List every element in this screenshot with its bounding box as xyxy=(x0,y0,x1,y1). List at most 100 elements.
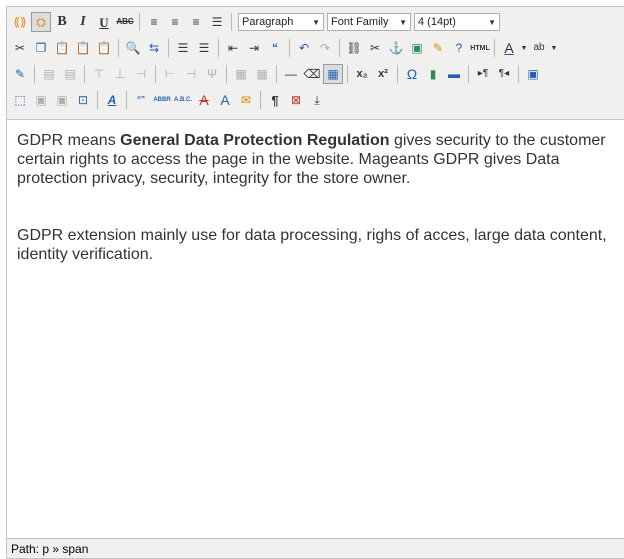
page-break-icon[interactable]: ⤓ xyxy=(307,90,327,110)
copy-icon[interactable]: ❐ xyxy=(31,38,51,58)
cite-button[interactable]: “” xyxy=(131,90,151,110)
subscript-icon[interactable]: x₂ xyxy=(352,64,372,84)
toolbar-separator xyxy=(397,65,398,83)
row-props-icon[interactable]: ▤ xyxy=(39,64,59,84)
nonbreaking-icon[interactable]: ⊠ xyxy=(286,90,306,110)
move-backward-icon[interactable]: ▣ xyxy=(52,90,72,110)
col-before-icon[interactable]: ⊢ xyxy=(160,64,180,84)
paste-icon[interactable]: 📋 xyxy=(52,38,72,58)
align-center-icon[interactable]: ≡ xyxy=(165,12,185,32)
move-forward-icon[interactable]: ▣ xyxy=(31,90,51,110)
media-icon[interactable]: ▮ xyxy=(423,64,443,84)
find-icon[interactable]: 🔍 xyxy=(123,38,143,58)
visual-chars-icon[interactable]: ¶ xyxy=(265,90,285,110)
chevron-down-icon: ▼ xyxy=(488,17,496,27)
anchor-icon[interactable]: ⚓ xyxy=(386,38,406,58)
col-after-icon[interactable]: ⊣ xyxy=(181,64,201,84)
toolbar-separator xyxy=(276,65,277,83)
toolbar-row-4: ⬚ ▣ ▣ ⊡ A “” ABBR A.B.C. A A ✉ ¶ ⊠ ⤓ xyxy=(10,87,621,113)
row-after-icon[interactable]: ⊥ xyxy=(110,64,130,84)
cleanup-icon[interactable]: ✎ xyxy=(428,38,448,58)
format-select[interactable]: Paragraph ▼ xyxy=(238,13,324,31)
rtl-icon[interactable]: ¶◂ xyxy=(494,64,514,84)
align-right-icon[interactable]: ≡ xyxy=(186,12,206,32)
font-family-select[interactable]: Font Family ▼ xyxy=(327,13,411,31)
content-paragraph: GDPR means General Data Protection Regul… xyxy=(17,131,614,188)
toolbar-separator xyxy=(339,39,340,57)
italic-button[interactable]: I xyxy=(73,12,93,32)
insertion-icon[interactable]: A xyxy=(215,90,235,110)
abbreviation-button[interactable]: ABBR xyxy=(152,90,172,110)
toolbar-separator xyxy=(97,91,98,109)
outdent-icon[interactable]: ⇤ xyxy=(223,38,243,58)
toolbar-separator xyxy=(260,91,261,109)
chevron-down-icon: ▼ xyxy=(312,17,320,27)
toolbar-separator xyxy=(168,39,169,57)
delete-col-icon[interactable]: Ψ xyxy=(202,64,222,84)
unlink-icon[interactable]: ✂ xyxy=(365,38,385,58)
deletion-icon[interactable]: A xyxy=(194,90,214,110)
align-justify-icon[interactable]: ☰ xyxy=(207,12,227,32)
cut-icon[interactable]: ✂ xyxy=(10,38,30,58)
editor-toolbar: ⟪⟫ ⛭ B I U ABC ≡ ≡ ≡ ☰ Paragraph ▼ Font … xyxy=(7,7,624,120)
strikethrough-button[interactable]: ABC xyxy=(115,12,135,32)
help-icon[interactable]: ? xyxy=(449,38,469,58)
special-char-icon[interactable]: Ω xyxy=(402,64,422,84)
format-select-value: Paragraph xyxy=(242,16,294,28)
acronym-button[interactable]: A.B.C. xyxy=(173,90,193,110)
fullscreen-icon[interactable]: ▣ xyxy=(523,64,543,84)
attributes-icon[interactable]: ✉ xyxy=(236,90,256,110)
chevron-down-icon[interactable]: ▼ xyxy=(520,38,528,58)
chevron-down-icon[interactable]: ▼ xyxy=(550,38,558,58)
link-icon[interactable]: ⛓ xyxy=(344,38,364,58)
toolbar-separator xyxy=(289,39,290,57)
advanced-hr-icon[interactable]: ▬ xyxy=(444,64,464,84)
font-size-select[interactable]: 4 (14pt) ▼ xyxy=(414,13,500,31)
merge-cells-icon[interactable]: ▦ xyxy=(252,64,272,84)
toolbar-row-2: ✂ ❐ 📋 📋 📋 🔍 ⇆ ☰ ☰ ⇤ ⇥ “ ↶ ↷ ⛓ ✂ ⚓ ▣ ✎ ? … xyxy=(10,35,621,61)
insert-layer-icon[interactable]: ⬚ xyxy=(10,90,30,110)
absolute-position-icon[interactable]: ⊡ xyxy=(73,90,93,110)
background-color-icon[interactable]: ab xyxy=(529,38,549,58)
image-icon[interactable]: ▣ xyxy=(407,38,427,58)
horizontal-rule-icon[interactable]: — xyxy=(281,64,301,84)
blockquote-icon[interactable]: “ xyxy=(265,38,285,58)
element-path: Path: p » span xyxy=(11,541,89,556)
visual-aid-icon[interactable]: ▦ xyxy=(323,64,343,84)
toolbar-separator xyxy=(139,13,140,31)
image-insert-icon[interactable]: ⛭ xyxy=(31,12,51,32)
chevron-down-icon: ▼ xyxy=(399,17,407,27)
toolbar-separator xyxy=(126,91,127,109)
html-source-button[interactable]: HTML xyxy=(470,38,490,58)
widget-insert-icon[interactable]: ⟪⟫ xyxy=(10,12,30,32)
redo-icon[interactable]: ↷ xyxy=(315,38,335,58)
delete-row-icon[interactable]: ⊣ xyxy=(131,64,151,84)
toolbar-row-3: ✎ ▤ ▤ ⊤ ⊥ ⊣ ⊢ ⊣ Ψ ▦ ▦ — ⌫ ▦ x₂ x² Ω ▮ ▬ xyxy=(10,61,621,87)
toolbar-separator xyxy=(231,13,232,31)
toolbar-row-1: ⟪⟫ ⛭ B I U ABC ≡ ≡ ≡ ☰ Paragraph ▼ Font … xyxy=(10,9,621,35)
row-before-icon[interactable]: ⊤ xyxy=(89,64,109,84)
bullet-list-icon[interactable]: ☰ xyxy=(173,38,193,58)
paste-word-icon[interactable]: 📋 xyxy=(94,38,114,58)
toolbar-separator xyxy=(84,65,85,83)
remove-format-icon[interactable]: ⌫ xyxy=(302,64,322,84)
styles-icon[interactable]: A xyxy=(102,90,122,110)
toolbar-separator xyxy=(34,65,35,83)
table-insert-icon[interactable]: ✎ xyxy=(10,64,30,84)
undo-icon[interactable]: ↶ xyxy=(294,38,314,58)
replace-icon[interactable]: ⇆ xyxy=(144,38,164,58)
split-cells-icon[interactable]: ▦ xyxy=(231,64,251,84)
text-color-icon[interactable]: A xyxy=(499,38,519,58)
indent-icon[interactable]: ⇥ xyxy=(244,38,264,58)
align-left-icon[interactable]: ≡ xyxy=(144,12,164,32)
superscript-icon[interactable]: x² xyxy=(373,64,393,84)
toolbar-separator xyxy=(118,39,119,57)
numbered-list-icon[interactable]: ☰ xyxy=(194,38,214,58)
editor-content-area[interactable]: GDPR means General Data Protection Regul… xyxy=(7,121,624,538)
ltr-icon[interactable]: ▸¶ xyxy=(473,64,493,84)
underline-button[interactable]: U xyxy=(94,12,114,32)
cell-props-icon[interactable]: ▤ xyxy=(60,64,80,84)
bold-button[interactable]: B xyxy=(52,12,72,32)
content-paragraph: GDPR extension mainly use for data proce… xyxy=(17,227,607,263)
paste-text-icon[interactable]: 📋 xyxy=(73,38,93,58)
